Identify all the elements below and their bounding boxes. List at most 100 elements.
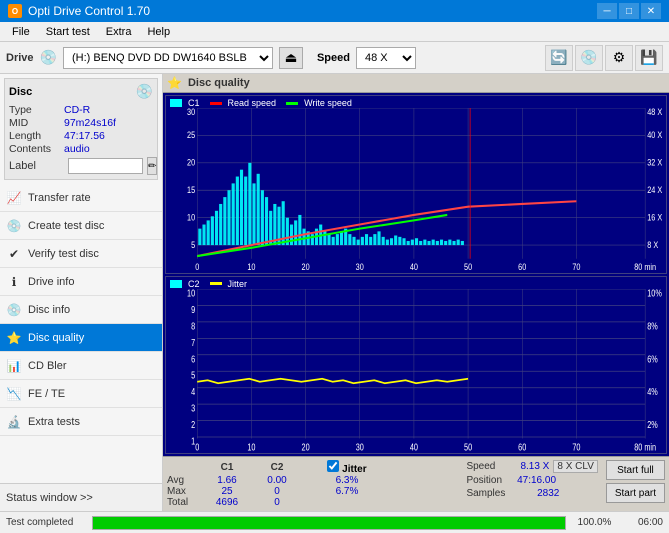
write-speed-legend-label: Write speed bbox=[304, 98, 352, 108]
stats-row-total: Total 4696 0 bbox=[167, 497, 372, 508]
menu-start-test[interactable]: Start test bbox=[38, 24, 98, 40]
status-window-label: Status window >> bbox=[6, 492, 93, 504]
avg-jitter: 6.3% bbox=[322, 475, 372, 486]
transfer-rate-icon: 📈 bbox=[6, 190, 22, 206]
disc-type-value: CD-R bbox=[64, 104, 90, 116]
svg-text:70: 70 bbox=[572, 261, 580, 272]
position-value: 47:16.00 bbox=[506, 475, 556, 486]
max-jitter: 6.7% bbox=[322, 486, 372, 497]
charts-area: C1 Read speed Write speed bbox=[163, 93, 669, 456]
cd-bler-icon: 📊 bbox=[6, 358, 22, 374]
content-header-title: Disc quality bbox=[188, 77, 250, 89]
stats-top: C1 C2 Jitter Avg 1.66 bbox=[167, 460, 665, 508]
svg-text:50: 50 bbox=[464, 441, 472, 453]
maximize-button[interactable]: □ bbox=[619, 3, 639, 19]
sidebar-label-disc-quality: Disc quality bbox=[28, 332, 84, 344]
svg-text:40: 40 bbox=[410, 441, 418, 453]
action-buttons: Start full Start part bbox=[606, 460, 665, 503]
c1-chart-area: 30 25 20 15 10 5 48 X 40 X 32 X 24 X 16 … bbox=[166, 108, 666, 273]
max-c1: 25 bbox=[202, 486, 252, 497]
total-label: Total bbox=[167, 497, 202, 508]
stats-row-max: Max 25 0 6.7% bbox=[167, 486, 372, 497]
save-button[interactable]: 💾 bbox=[635, 45, 663, 71]
sidebar-item-create-test-disc[interactable]: 💿 Create test disc bbox=[0, 212, 162, 240]
sidebar-item-transfer-rate[interactable]: 📈 Transfer rate bbox=[0, 184, 162, 212]
start-full-button[interactable]: Start full bbox=[606, 460, 665, 480]
extra-tests-icon: 🔬 bbox=[6, 414, 22, 430]
svg-text:16 X: 16 X bbox=[647, 211, 662, 222]
avg-label: Avg bbox=[167, 475, 202, 486]
speed-select[interactable]: 48 X bbox=[356, 47, 416, 69]
close-button[interactable]: ✕ bbox=[641, 3, 661, 19]
jitter-checkbox[interactable] bbox=[327, 460, 339, 472]
svg-text:10: 10 bbox=[247, 261, 255, 272]
speed-label: Speed bbox=[317, 52, 350, 64]
speed-position-samples: Speed 8.13 X 8 X CLV Position 47:16.00 S… bbox=[466, 460, 597, 499]
svg-text:10: 10 bbox=[187, 211, 195, 222]
disc-panel-title: Disc bbox=[9, 86, 32, 98]
sidebar-item-drive-info[interactable]: ℹ Drive info bbox=[0, 268, 162, 296]
disc-quality-icon: ⭐ bbox=[6, 330, 22, 346]
stats-section: C1 C2 Jitter Avg 1.66 bbox=[163, 456, 669, 511]
position-label-txt: Position bbox=[466, 475, 502, 486]
svg-text:30: 30 bbox=[356, 441, 364, 453]
minimize-button[interactable]: ─ bbox=[597, 3, 617, 19]
svg-text:30: 30 bbox=[187, 108, 195, 117]
sidebar-item-disc-quality[interactable]: ⭐ Disc quality bbox=[0, 324, 162, 352]
sidebar-nav: 📈 Transfer rate 💿 Create test disc ✔ Ver… bbox=[0, 184, 162, 483]
bottom-bar: Test completed 100.0% 06:00 bbox=[0, 511, 669, 533]
sidebar-label-verify-test-disc: Verify test disc bbox=[28, 248, 99, 260]
menu-file[interactable]: File bbox=[4, 24, 38, 40]
c2-legend: C2 Jitter bbox=[166, 277, 666, 289]
sidebar-label-drive-info: Drive info bbox=[28, 276, 74, 288]
c2-color-swatch bbox=[170, 280, 182, 288]
svg-text:25: 25 bbox=[187, 129, 195, 140]
verify-test-disc-icon: ✔ bbox=[6, 246, 22, 262]
total-c1: 4696 bbox=[202, 497, 252, 508]
sidebar-item-extra-tests[interactable]: 🔬 Extra tests bbox=[0, 408, 162, 436]
sidebar-item-disc-info[interactable]: 💿 Disc info bbox=[0, 296, 162, 324]
svg-text:80 min: 80 min bbox=[634, 261, 656, 272]
svg-text:4: 4 bbox=[191, 385, 195, 397]
menu-extra[interactable]: Extra bbox=[98, 24, 140, 40]
app-title: Opti Drive Control 1.70 bbox=[28, 4, 150, 18]
disc-label-icon-button[interactable]: ✏ bbox=[147, 157, 157, 175]
svg-text:20: 20 bbox=[302, 261, 310, 272]
c1-legend: C1 Read speed Write speed bbox=[166, 96, 666, 108]
svg-text:6: 6 bbox=[191, 352, 195, 364]
write-speed-swatch bbox=[286, 102, 298, 105]
svg-text:50: 50 bbox=[464, 261, 472, 272]
start-part-button[interactable]: Start part bbox=[606, 483, 665, 503]
avg-c2: 0.00 bbox=[252, 475, 302, 486]
svg-text:60: 60 bbox=[518, 261, 526, 272]
drive-info-icon: ℹ bbox=[6, 274, 22, 290]
svg-text:40 X: 40 X bbox=[647, 129, 662, 140]
sidebar: Disc 💿 Type CD-R MID 97m24s16f Length 47… bbox=[0, 74, 163, 511]
sidebar-item-fe-te[interactable]: 📉 FE / TE bbox=[0, 380, 162, 408]
stats-right-section: Speed 8.13 X 8 X CLV Position 47:16.00 S… bbox=[466, 460, 665, 503]
svg-text:4%: 4% bbox=[647, 385, 658, 397]
disc-button[interactable]: 💿 bbox=[575, 45, 603, 71]
content-area: ⭐ Disc quality C1 Read speed Write speed bbox=[163, 74, 669, 511]
sidebar-item-verify-test-disc[interactable]: ✔ Verify test disc bbox=[0, 240, 162, 268]
c2-col-header: C2 bbox=[252, 460, 302, 475]
jitter-checkbox-cell[interactable]: Jitter bbox=[322, 460, 372, 475]
menu-bar: File Start test Extra Help bbox=[0, 22, 669, 42]
svg-text:8: 8 bbox=[191, 320, 195, 332]
disc-mid-label: MID bbox=[9, 117, 64, 129]
svg-text:70: 70 bbox=[572, 441, 580, 453]
settings-button[interactable]: ⚙ bbox=[605, 45, 633, 71]
status-window-button[interactable]: Status window >> bbox=[0, 483, 162, 511]
progress-text: 100.0% bbox=[572, 517, 617, 528]
read-speed-legend-label: Read speed bbox=[228, 98, 277, 108]
refresh-button[interactable]: 🔄 bbox=[545, 45, 573, 71]
sidebar-item-cd-bler[interactable]: 📊 CD Bler bbox=[0, 352, 162, 380]
speed-value: 8.13 X bbox=[499, 461, 549, 472]
eject-button[interactable]: ⏏ bbox=[279, 47, 303, 69]
menu-help[interactable]: Help bbox=[139, 24, 178, 40]
svg-text:60: 60 bbox=[518, 441, 526, 453]
drive-select[interactable]: (H:) BENQ DVD DD DW1640 BSLB bbox=[63, 47, 273, 69]
svg-text:3: 3 bbox=[191, 402, 195, 414]
disc-label-input[interactable] bbox=[68, 158, 143, 174]
disc-length-label: Length bbox=[9, 130, 64, 142]
